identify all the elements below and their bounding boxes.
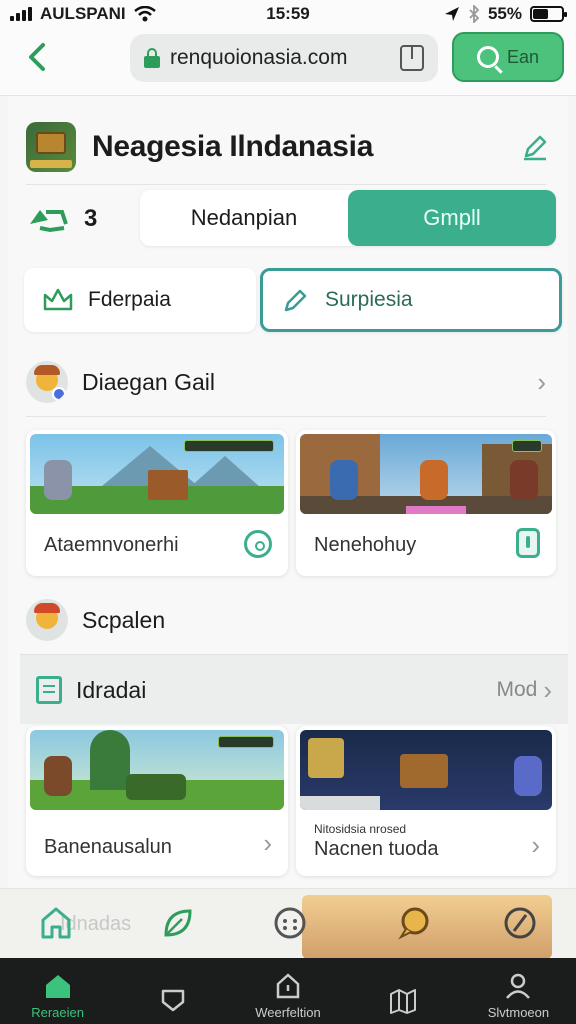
game-thumbnail	[30, 730, 284, 810]
tab-map[interactable]	[346, 958, 461, 1024]
lock-icon	[144, 48, 160, 68]
tab-weerfeltion[interactable]: Weerfeltion	[230, 958, 345, 1024]
leaf-icon[interactable]	[160, 905, 196, 941]
game-thumbnail	[300, 730, 552, 810]
floating-toolbar: Idnadas	[0, 888, 576, 959]
chat-bubble-icon[interactable]	[396, 905, 432, 941]
card-caption: Ataemnvonerhi	[44, 534, 179, 556]
card-subcaption: Nitosidsia nrosed	[314, 822, 407, 836]
filter-count: 3	[84, 205, 98, 232]
section-row-scpalen[interactable]: Scpalen	[26, 592, 546, 648]
battery-icon	[530, 6, 567, 22]
phone-icon[interactable]	[516, 528, 540, 558]
tab-slvtmoeon[interactable]: Slvtmoeon	[461, 958, 576, 1024]
filter-row: 3 Nedanpian Gmpll	[26, 190, 558, 248]
game-thumbnail	[300, 434, 552, 514]
page-content: Neagesia Ilndanasia 3 Nedanpian Gmpll Fd…	[8, 96, 568, 958]
game-card[interactable]: Nitosidsia nrosed Nacnen tuoda ›	[296, 726, 556, 876]
app-header: Neagesia Ilndanasia	[26, 116, 550, 178]
search-button[interactable]: Ean	[452, 32, 564, 82]
card-caption: Nacnen tuoda	[314, 838, 439, 860]
section-band: Idradai Mod ›	[20, 654, 568, 724]
section-title: Idradai	[76, 676, 147, 703]
house-outline-icon	[276, 973, 300, 999]
segment-nedanpian[interactable]: Nedanpian	[140, 190, 348, 246]
chip-surpiesia[interactable]: Surpiesia	[260, 268, 562, 332]
page-title: Neagesia Ilndanasia	[92, 130, 374, 163]
section-row-idradai[interactable]: Idradai Mod ›	[36, 662, 552, 718]
game-thumbnail	[30, 434, 284, 514]
edit-icon[interactable]	[520, 132, 550, 162]
tab-label: Reraeien	[31, 1005, 84, 1020]
home-icon	[45, 975, 70, 998]
game-card[interactable]: Ataemnvonerhi	[26, 430, 288, 576]
battery-percent: 55%	[487, 4, 522, 23]
more-label: Mod	[496, 678, 538, 701]
chevron-right-icon: ›	[537, 366, 546, 397]
chevron-right-icon: ›	[543, 674, 552, 705]
tab-label: Slvtmoeon	[487, 1005, 550, 1020]
browser-bar: renquoionasia.com Ean	[0, 28, 576, 96]
tab-shield[interactable]	[115, 958, 230, 1024]
category-chips: Fderpaia Surpiesia	[24, 268, 562, 332]
chevron-right-icon[interactable]: ›	[531, 830, 540, 861]
app-logo	[26, 122, 76, 172]
segment-gmpll[interactable]: Gmpll	[348, 190, 556, 246]
divider	[26, 416, 546, 417]
card-caption: Nenehohuy	[314, 534, 417, 556]
section-row-diaegan[interactable]: Diaegan Gail ›	[26, 354, 546, 410]
map-icon	[390, 989, 417, 1014]
avatar	[26, 599, 68, 641]
section-title: Scpalen	[82, 606, 166, 633]
crown-icon	[43, 288, 73, 311]
bluetooth-icon	[469, 5, 480, 23]
pencil-icon	[284, 289, 307, 312]
game-controller-icon[interactable]	[272, 905, 308, 941]
chip-label: Surpiesia	[325, 288, 413, 311]
profile-icon	[506, 973, 531, 999]
game-card[interactable]: Nenehohuy	[296, 430, 556, 576]
section-title: Diaegan Gail	[82, 368, 215, 395]
battery-fill	[533, 9, 549, 19]
recycle-icon[interactable]	[26, 204, 70, 234]
tab-reraeien[interactable]: Reraeien	[0, 958, 115, 1024]
chevron-right-icon[interactable]: ›	[263, 828, 272, 859]
location-icon	[444, 7, 459, 21]
game-card[interactable]: Banenausalun ›	[26, 726, 288, 876]
url-text: renquoionasia.com	[170, 46, 348, 69]
status-bar: AULSPANI 15:59 55%	[0, 0, 576, 28]
chip-label: Fderpaia	[88, 288, 171, 311]
search-button-label: Ean	[506, 46, 540, 67]
home-outline-icon[interactable]	[38, 905, 74, 941]
card-caption: Banenausalun	[44, 836, 172, 858]
avatar	[26, 361, 68, 403]
document-icon	[36, 676, 62, 704]
target-icon[interactable]	[244, 530, 272, 558]
shield-icon	[161, 989, 185, 1012]
segmented-control: Nedanpian Gmpll	[140, 190, 556, 246]
status-right: 55%	[444, 4, 567, 24]
tab-label: Weerfeltion	[255, 1005, 321, 1020]
divider	[26, 184, 546, 185]
share-icon[interactable]	[400, 45, 424, 71]
search-icon	[476, 46, 499, 68]
chip-fderpaia[interactable]: Fderpaia	[24, 268, 256, 332]
tab-bar: Reraeien Weerfeltion Slvtmoeon	[0, 958, 576, 1024]
compass-icon[interactable]	[502, 905, 538, 941]
address-bar[interactable]: renquoionasia.com	[130, 34, 438, 82]
back-button[interactable]	[22, 40, 52, 74]
chevron-left-icon	[29, 43, 45, 71]
